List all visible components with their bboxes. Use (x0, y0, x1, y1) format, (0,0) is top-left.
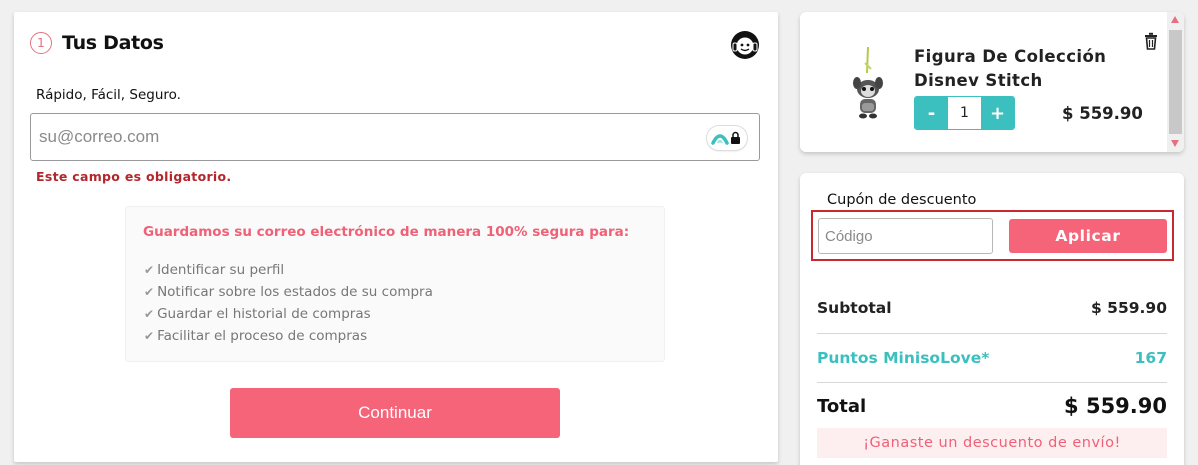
coupon-highlight-frame: Aplicar (811, 210, 1174, 261)
continue-button[interactable]: Continuar (230, 388, 560, 438)
product-image[interactable] (850, 45, 886, 125)
total-value: $ 559.90 (1064, 394, 1167, 418)
list-item: ✔ Guardar el historial de compras (144, 306, 371, 322)
check-icon: ✔ (144, 263, 155, 277)
cart-scrollbar[interactable] (1167, 12, 1184, 152)
cart-item-card: Figura De Colección Disnev Stitch - 1 + … (800, 12, 1184, 152)
security-info-heading: Guardamos su correo electrónico de maner… (143, 224, 630, 240)
security-benefits-list: ✔ Identificar su perfil ✔ Notificar sobre … (144, 259, 433, 347)
points-row: Puntos MinisoLove* 167 (817, 349, 1167, 367)
email-field-container (30, 113, 760, 161)
product-name[interactable]: Figura De Colección Disnev Stitch (914, 45, 1124, 93)
points-value: 167 (1134, 349, 1167, 367)
support-headset-icon[interactable] (730, 30, 760, 60)
customer-data-card: 1 Tus Datos Rápido, Fácil, Seguro. Este … (14, 12, 778, 462)
trash-icon[interactable] (1144, 32, 1158, 50)
list-item: ✔ Facilitar el proceso de compras (144, 328, 368, 344)
form-subtitle: Rápido, Fácil, Seguro. (36, 87, 181, 103)
divider (817, 382, 1167, 383)
shipping-discount-banner: ¡Ganaste un descuento de envío! (817, 428, 1167, 458)
total-label: Total (817, 395, 867, 417)
list-item: ✔ Notificar sobre los estados de su compr… (144, 284, 433, 300)
scrollbar-thumb[interactable] (1169, 30, 1182, 134)
step-number-badge: 1 (30, 32, 52, 54)
scroll-down-arrow-icon[interactable] (1171, 140, 1179, 147)
password-manager-icon[interactable] (707, 126, 747, 150)
email-field[interactable] (39, 124, 679, 150)
points-label[interactable]: Puntos MinisoLove* (817, 349, 989, 367)
check-icon: ✔ (144, 329, 155, 343)
decrease-quantity-button[interactable]: - (915, 97, 948, 129)
quantity-value[interactable]: 1 (948, 97, 981, 129)
coupon-code-input[interactable] (818, 218, 993, 254)
total-row: Total $ 559.90 (817, 394, 1167, 418)
subtotal-label: Subtotal (817, 299, 892, 317)
coupon-label: Cupón de descuento (827, 192, 977, 208)
divider (817, 333, 1167, 334)
subtotal-row: Subtotal $ 559.90 (817, 299, 1167, 317)
quantity-stepper: - 1 + (914, 96, 1015, 130)
scroll-up-arrow-icon[interactable] (1171, 16, 1179, 23)
apply-coupon-button[interactable]: Aplicar (1009, 219, 1167, 253)
product-price: $ 559.90 (1062, 104, 1143, 123)
order-summary-card: Cupón de descuento Aplicar Subtotal $ 55… (800, 173, 1184, 465)
email-error-message: Este campo es obligatorio. (36, 169, 232, 184)
check-icon: ✔ (144, 285, 155, 299)
security-info-box: Guardamos su correo electrónico de maner… (125, 206, 665, 362)
list-item: ✔ Identificar su perfil (144, 262, 285, 278)
increase-quantity-button[interactable]: + (981, 97, 1014, 129)
check-icon: ✔ (144, 307, 155, 321)
page-title: Tus Datos (62, 32, 164, 54)
subtotal-value: $ 559.90 (1091, 299, 1167, 317)
